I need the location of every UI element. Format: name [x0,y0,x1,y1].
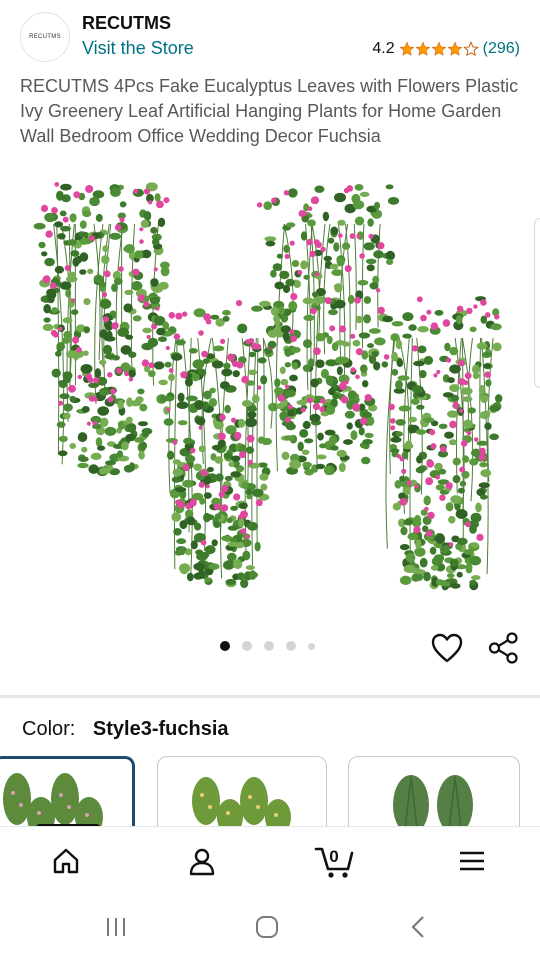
wishlist-button[interactable] [430,632,464,664]
color-swatch[interactable] [348,756,520,828]
star-rating [399,41,479,57]
heart-icon [431,633,463,663]
system-home-button[interactable] [252,912,282,942]
carousel-dot[interactable] [286,641,296,651]
share-button[interactable] [488,632,520,664]
carousel-dot[interactable] [220,641,230,651]
image-scroll-handle[interactable] [534,218,540,388]
swatch-thumbnail [192,777,291,828]
product-image[interactable] [0,176,540,626]
swatch-thumbnail [393,775,473,828]
hanging-plant [381,296,503,591]
hanging-plant [33,182,170,477]
home-circle-icon [256,916,278,938]
swatch-thumbnail [3,773,103,828]
color-label: Color: [22,718,76,740]
menu-icon [460,851,484,871]
carousel-dot[interactable] [308,642,315,650]
back-button[interactable] [404,912,434,942]
home-icon [53,848,79,874]
recents-button[interactable] [101,912,131,942]
visit-store-link[interactable]: Visit the Store [82,38,194,59]
share-icon [488,632,518,664]
product-title: RECUTMS 4Pcs Fake Eucalyptus Leaves with… [20,76,519,146]
rating-count: (296) [482,40,520,57]
tab-home[interactable] [46,841,86,881]
selected-color-value: Style3-fuchsia [92,718,229,740]
color-selector-label: Color: Style3-fuchsia [22,718,229,741]
carousel-dot[interactable] [264,641,274,651]
system-navigation-bar [0,894,540,960]
bottom-tab-bar: 0 [0,826,540,894]
section-divider [0,695,540,698]
carousel-dot[interactable] [242,641,252,651]
hanging-plant [256,184,400,476]
brand-logo-text: RECUTMS [29,34,61,40]
rating-value: 4.2 [372,40,395,57]
tab-menu[interactable] [452,841,492,881]
star-empty-icon [462,41,479,57]
back-icon [411,916,424,938]
recents-icon [107,918,125,936]
tab-cart[interactable]: 0 [314,841,354,881]
tab-account[interactable] [182,841,222,881]
brand-name: RECUTMS [82,13,171,33]
rating-summary[interactable]: 4.2 (296) [372,40,520,58]
brand-header: RECUTMS RECUTMS Visit the Store 4.2 (296… [0,0,540,72]
star-full-icon [415,41,430,56]
cart-count: 0 [329,847,339,866]
star-full-icon [431,41,446,56]
star-full-icon [447,41,462,56]
account-icon [189,848,215,876]
image-carousel-dots[interactable] [220,641,315,651]
color-swatch-selected[interactable] [0,756,135,828]
star-full-icon [399,41,414,56]
brand-logo[interactable]: RECUTMS [20,12,70,62]
hanging-plant [149,296,283,589]
hanging-plants-image [33,182,503,591]
color-swatch[interactable] [157,756,327,828]
